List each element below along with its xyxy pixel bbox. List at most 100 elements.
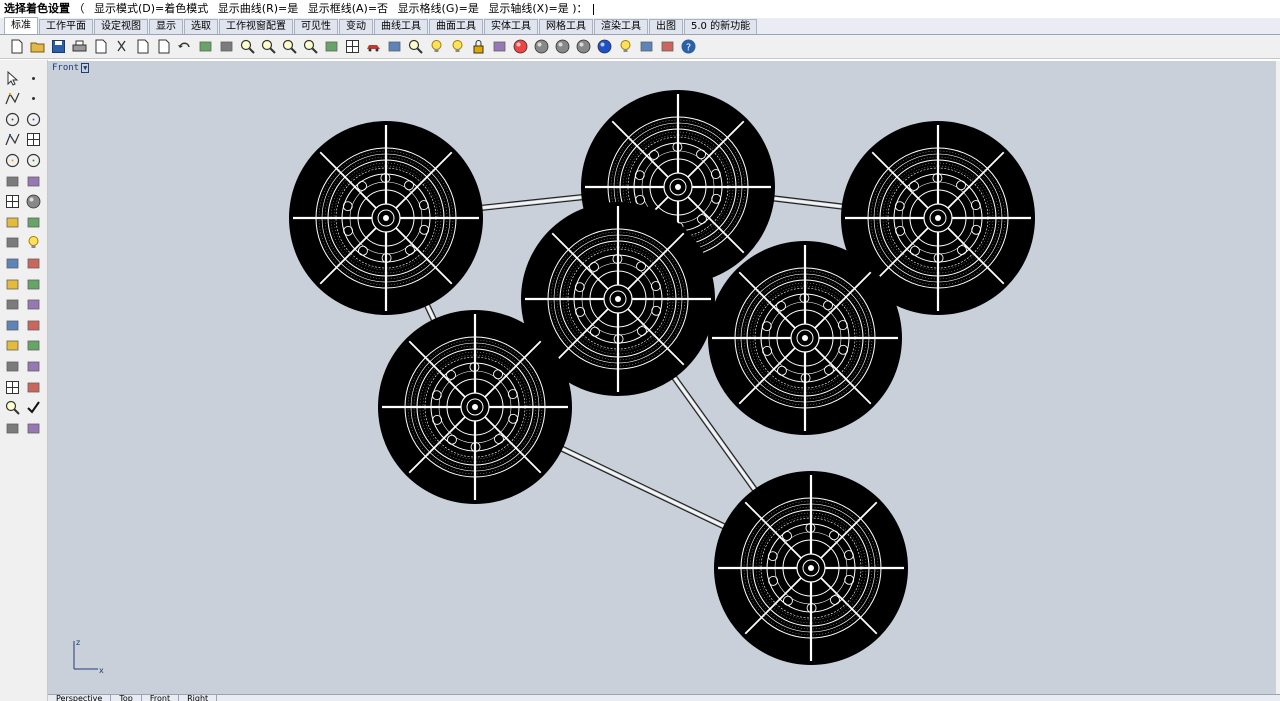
check-icon[interactable]: [23, 398, 43, 418]
fillet-icon[interactable]: [2, 295, 22, 315]
tab-9[interactable]: 曲面工具: [429, 19, 483, 34]
circle-3pt-icon[interactable]: [23, 109, 43, 129]
color-wheel-icon[interactable]: [510, 37, 530, 57]
surface-extrude-icon[interactable]: [23, 171, 43, 191]
mesh-icon[interactable]: [23, 356, 43, 376]
option-show-grid[interactable]: 显示格线(G)=是: [398, 2, 479, 15]
zoom-window-icon[interactable]: [258, 37, 278, 57]
rectangle-icon[interactable]: [23, 130, 43, 150]
option-show-axes[interactable]: 显示轴线(X)=是: [488, 2, 568, 15]
wheel-0[interactable]: [289, 121, 483, 315]
triangle-icon[interactable]: [2, 130, 22, 150]
help-icon[interactable]: ?: [678, 37, 698, 57]
gumball-scale-icon[interactable]: [23, 253, 43, 273]
tab-11[interactable]: 网格工具: [539, 19, 593, 34]
dimension-icon[interactable]: [23, 315, 43, 335]
tab-6[interactable]: 可见性: [294, 19, 338, 34]
lock-icon[interactable]: [468, 37, 488, 57]
trim-icon[interactable]: [2, 274, 22, 294]
copy-icon[interactable]: [132, 37, 152, 57]
pan-hand-icon[interactable]: [195, 37, 215, 57]
viewport-menu-caret-icon[interactable]: ▼: [81, 63, 90, 73]
circle-icon[interactable]: [2, 109, 22, 129]
move-view-icon[interactable]: [216, 37, 236, 57]
front-viewport[interactable]: Front ▼ z x: [48, 61, 1276, 694]
blue-sphere-icon[interactable]: [594, 37, 614, 57]
zoom-icon[interactable]: [237, 37, 257, 57]
option-show-wireframe[interactable]: 显示框线(A)=否: [308, 2, 388, 15]
offset-icon[interactable]: [23, 295, 43, 315]
split-icon[interactable]: [23, 274, 43, 294]
mesh-plane-icon[interactable]: [23, 212, 43, 232]
zoom-target-icon[interactable]: [405, 37, 425, 57]
print-icon[interactable]: [69, 37, 89, 57]
tab-8[interactable]: 曲线工具: [374, 19, 428, 34]
wheel-5[interactable]: [378, 310, 572, 504]
wheel-4[interactable]: [708, 241, 902, 435]
cut-icon[interactable]: [111, 37, 131, 57]
lights-icon[interactable]: [426, 37, 446, 57]
arc-icon[interactable]: [23, 150, 43, 170]
surface-corner-icon[interactable]: [2, 171, 22, 191]
box-icon[interactable]: [2, 192, 22, 212]
zoom-selected-icon[interactable]: [300, 37, 320, 57]
analyze-icon[interactable]: [2, 398, 22, 418]
four-views-icon[interactable]: [342, 37, 362, 57]
viewport-tab-2[interactable]: Front: [142, 695, 180, 701]
shade-sphere-icon[interactable]: [531, 37, 551, 57]
shell-icon[interactable]: [2, 418, 22, 438]
group-icon[interactable]: [23, 377, 43, 397]
option-show-curves[interactable]: 显示曲线(R)=是: [218, 2, 298, 15]
option-display-mode[interactable]: 显示模式(D)=着色模式: [94, 2, 208, 15]
viewport-tab-1[interactable]: Top: [111, 695, 142, 701]
array-icon[interactable]: [2, 336, 22, 356]
text-icon[interactable]: [2, 315, 22, 335]
tab-7[interactable]: 变动: [339, 19, 373, 34]
tab-14[interactable]: 5.0 的新功能: [684, 19, 758, 34]
snap-icon[interactable]: [657, 37, 677, 57]
import-icon[interactable]: [90, 37, 110, 57]
save-icon[interactable]: [48, 37, 68, 57]
select-arrow-icon[interactable]: [2, 68, 22, 88]
curve-points-icon[interactable]: [23, 89, 43, 109]
paste-icon[interactable]: [153, 37, 173, 57]
rotate-view-icon[interactable]: [321, 37, 341, 57]
camera-icon[interactable]: [384, 37, 404, 57]
open-icon[interactable]: [27, 37, 47, 57]
point-icon[interactable]: [23, 68, 43, 88]
render-sphere-icon[interactable]: [552, 37, 572, 57]
sphere-icon[interactable]: [23, 192, 43, 212]
tab-3[interactable]: 显示: [149, 19, 183, 34]
viewport-title[interactable]: Front ▼: [52, 63, 90, 73]
lamp-icon[interactable]: [615, 37, 635, 57]
mirror-icon[interactable]: [23, 336, 43, 356]
tab-0[interactable]: 标准: [4, 17, 38, 34]
car-icon[interactable]: [363, 37, 383, 57]
tab-2[interactable]: 设定视图: [94, 19, 148, 34]
grid-array-icon[interactable]: [2, 377, 22, 397]
tab-5[interactable]: 工作视窗配置: [219, 19, 293, 34]
bulb-icon[interactable]: [447, 37, 467, 57]
tab-4[interactable]: 选取: [184, 19, 218, 34]
tab-13[interactable]: 出图: [649, 19, 683, 34]
material-sphere-icon[interactable]: [573, 37, 593, 57]
undo-icon[interactable]: [174, 37, 194, 57]
zoom-extents-icon[interactable]: [279, 37, 299, 57]
viewport-tab-3[interactable]: Right: [179, 695, 218, 701]
wheel-6[interactable]: [714, 471, 908, 665]
new-icon[interactable]: [6, 37, 26, 57]
bucket-fill-icon[interactable]: [23, 418, 43, 438]
boolean-icon[interactable]: [2, 356, 22, 376]
tab-12[interactable]: 渲染工具: [594, 19, 648, 34]
paint-bucket-icon[interactable]: [489, 37, 509, 57]
tab-10[interactable]: 实体工具: [484, 19, 538, 34]
command-line[interactable]: 选择着色设置 （ 显示模式(D)=着色模式 显示曲线(R)=是 显示框线(A)=…: [0, 0, 1280, 17]
light-bolt-icon[interactable]: [23, 233, 43, 253]
circle-center-icon[interactable]: [2, 150, 22, 170]
settings-gear-icon[interactable]: [636, 37, 656, 57]
explode-icon[interactable]: [2, 233, 22, 253]
gumball-move-icon[interactable]: [2, 253, 22, 273]
cylinder-icon[interactable]: [2, 212, 22, 232]
viewport-tab-0[interactable]: Perspective: [48, 695, 112, 701]
polyline-icon[interactable]: [2, 89, 22, 109]
